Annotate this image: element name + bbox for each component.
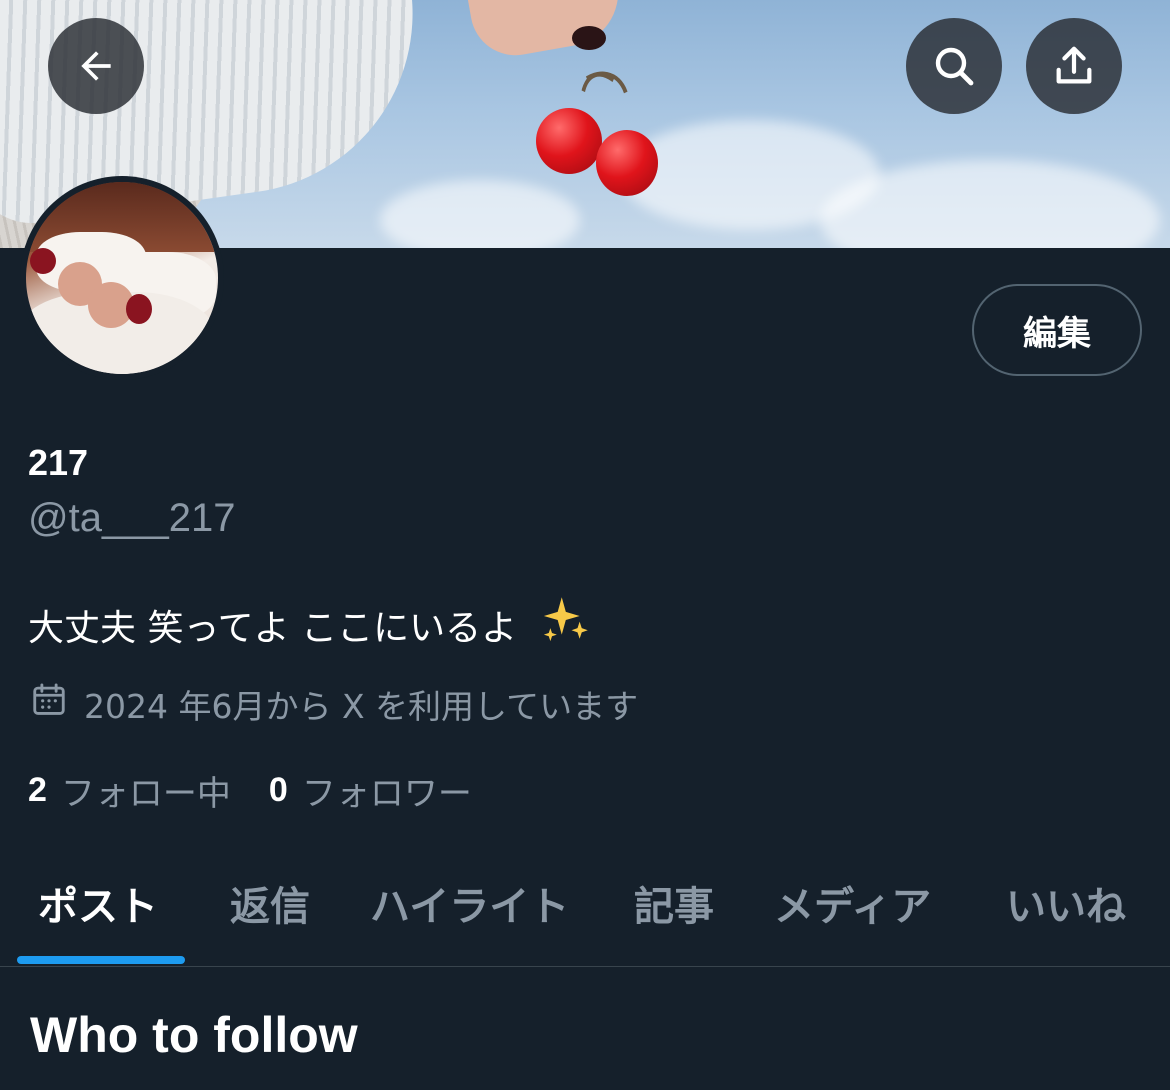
followers-count: 0 — [268, 771, 288, 809]
joined-text: 2024 年6月から X を利用しています — [84, 687, 639, 726]
edit-profile-button[interactable]: 編集 — [972, 284, 1142, 376]
calendar-icon — [30, 681, 68, 727]
following-label: フォロー中 — [60, 774, 231, 814]
edit-profile-label: 編集 — [1023, 313, 1091, 354]
tab-likes[interactable]: いいね — [1006, 874, 1126, 932]
profile-page: 編集 217 @ta___217 大丈夫 笑ってよ ここにいるよ 2024 年6… — [0, 0, 1170, 1090]
user-handle: @ta___217 — [28, 496, 236, 540]
tab-replies[interactable]: 返信 — [230, 874, 310, 932]
tab-articles[interactable]: 記事 — [634, 874, 714, 932]
arrow-left-icon — [74, 44, 118, 88]
followers-label: フォロワー — [301, 774, 472, 814]
tabs-divider — [0, 966, 1170, 967]
search-button[interactable] — [906, 18, 1002, 114]
tab-highlights[interactable]: ハイライト — [370, 874, 569, 932]
profile-avatar[interactable] — [20, 176, 224, 380]
bio-text: 大丈夫 笑ってよ ここにいるよ — [28, 607, 518, 649]
who-to-follow-title: Who to follow — [30, 1007, 358, 1063]
profile-tabs: ポスト 返信 ハイライト 記事 メディア いいね — [0, 860, 1170, 966]
following-count: 2 — [28, 771, 47, 809]
tab-media[interactable]: メディア — [774, 874, 931, 932]
back-button[interactable] — [48, 18, 144, 114]
avatar-image — [26, 182, 218, 374]
search-icon — [930, 42, 978, 90]
follow-stats: 2 フォロー中 0 フォロワー — [28, 766, 472, 815]
joined-date: 2024 年6月から X を利用しています — [30, 680, 638, 728]
tab-posts[interactable]: ポスト — [38, 874, 158, 932]
profile-bio: 大丈夫 笑ってよ ここにいるよ — [28, 594, 591, 655]
share-upload-icon — [1051, 43, 1097, 89]
following-link[interactable]: 2 フォロー中 — [28, 766, 231, 815]
share-button[interactable] — [1026, 18, 1122, 114]
display-name: 217 — [28, 442, 89, 483]
followers-link[interactable]: 0 フォロワー — [269, 766, 472, 815]
active-tab-indicator — [17, 956, 185, 964]
sparkles-icon — [539, 594, 591, 655]
